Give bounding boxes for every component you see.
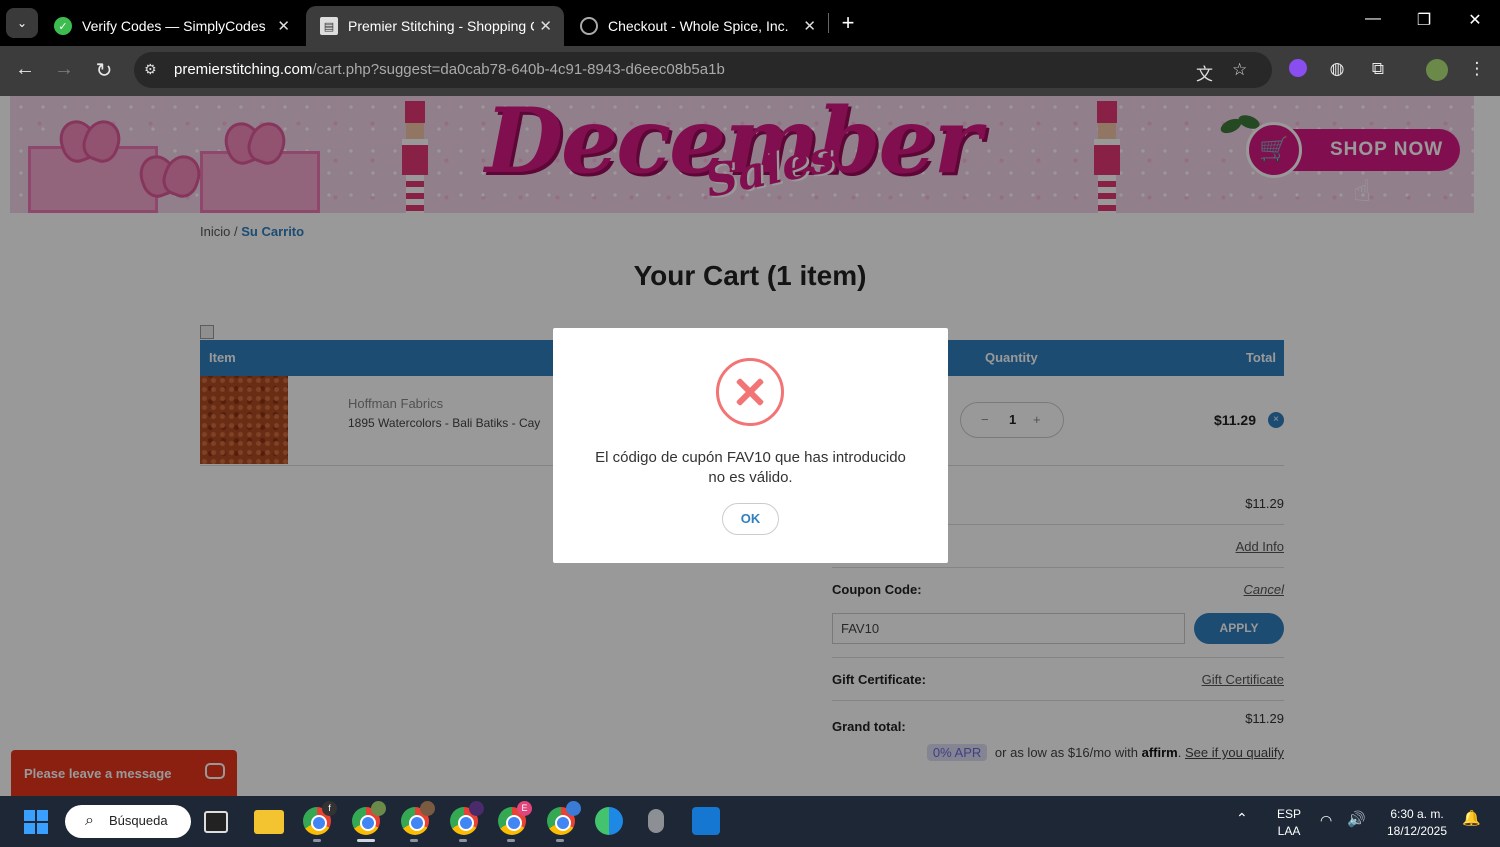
bookmark-star-icon[interactable]: ☆ bbox=[1232, 60, 1247, 80]
mouse-app-icon[interactable] bbox=[648, 809, 664, 833]
tab-separator bbox=[828, 13, 829, 33]
store-icon[interactable] bbox=[692, 807, 720, 835]
restore-icon[interactable]: ❐ bbox=[1414, 10, 1434, 30]
url-path: /cart.php?suggest=da0cab78-640b-4c91-894… bbox=[312, 61, 725, 78]
site-info-icon[interactable]: ⚙ bbox=[144, 61, 157, 78]
plus-icon: + bbox=[841, 10, 855, 35]
back-icon[interactable]: ← bbox=[12, 58, 38, 81]
volume-icon[interactable]: 🔊 bbox=[1347, 811, 1366, 828]
running-app-indicator bbox=[410, 839, 418, 842]
forward-icon[interactable]: → bbox=[51, 58, 77, 81]
tab-title: Verify Codes — SimplyCodes bbox=[82, 18, 266, 34]
running-app-indicator bbox=[459, 839, 467, 842]
clock-time: 6:30 a. m. bbox=[1390, 807, 1444, 821]
web-page: December Sales SHOP NOW 🛒 ☝ Inicio / Su … bbox=[0, 96, 1500, 796]
chrome-profile-icon[interactable]: E bbox=[498, 801, 532, 835]
wifi-icon[interactable]: ◠ bbox=[1320, 812, 1332, 829]
search-icon: ⌕ bbox=[85, 812, 94, 829]
page-icon: ▤ bbox=[320, 17, 338, 35]
error-message: El código de cupón FAV10 que has introdu… bbox=[595, 449, 906, 486]
task-view-icon[interactable] bbox=[204, 811, 228, 833]
taskbar-search[interactable]: ⌕ Búsqueda bbox=[65, 805, 191, 838]
active-app-indicator bbox=[357, 839, 375, 842]
close-tab-icon[interactable]: ✕ bbox=[539, 17, 552, 35]
chrome-profile-icon[interactable] bbox=[450, 801, 484, 835]
close-tab-icon[interactable]: ✕ bbox=[803, 17, 816, 35]
clock[interactable]: 6:30 a. m. 18/12/2025 bbox=[1380, 806, 1454, 840]
browser-tab-bar: ⌄ ✓ Verify Codes — SimplyCodes ✕ ▤ Premi… bbox=[0, 0, 1500, 46]
tab-whole-spice[interactable]: Checkout - Whole Spice, Inc. ✕ bbox=[566, 6, 828, 46]
tab-title: Checkout - Whole Spice, Inc. bbox=[608, 18, 789, 34]
profile-avatar[interactable] bbox=[1426, 59, 1448, 86]
reload-icon[interactable]: ↻ bbox=[91, 58, 117, 83]
menu-kebab-icon[interactable]: ⋮ bbox=[1466, 59, 1488, 79]
globe-icon bbox=[580, 17, 598, 35]
windows-taskbar: ⌕ Búsqueda f E ⌃ ESP LAA ◠ 🔊 6:30 a. m. … bbox=[0, 796, 1500, 847]
chrome-profile-icon[interactable] bbox=[547, 801, 581, 835]
browser-toolbar: ← → ↻ ⚙ premierstitching.com/cart.php?su… bbox=[0, 46, 1500, 96]
running-app-indicator bbox=[556, 839, 564, 842]
error-x-icon bbox=[716, 358, 784, 426]
coupon-error-dialog: El código de cupón FAV10 que has introdu… bbox=[553, 328, 948, 563]
simplycodes-icon: ✓ bbox=[54, 17, 72, 35]
chevron-down-icon: ⌄ bbox=[16, 16, 28, 30]
url-text[interactable]: premierstitching.com/cart.php?suggest=da… bbox=[174, 61, 725, 78]
close-window-icon[interactable]: ✕ bbox=[1465, 10, 1485, 30]
windows-start-icon[interactable] bbox=[24, 810, 48, 834]
chrome-profile-icon[interactable]: f bbox=[303, 801, 337, 835]
extensions-puzzle-icon[interactable]: ⧉ bbox=[1367, 59, 1389, 79]
file-explorer-icon[interactable] bbox=[254, 810, 284, 834]
translate-icon[interactable]: 文 bbox=[1196, 60, 1213, 85]
running-app-indicator bbox=[313, 839, 321, 842]
chrome-profile-icon[interactable] bbox=[401, 801, 435, 835]
extension-purple-icon[interactable] bbox=[1287, 59, 1309, 82]
minimize-icon[interactable]: — bbox=[1363, 10, 1383, 28]
edge-icon[interactable] bbox=[595, 807, 623, 835]
new-tab-button[interactable]: + bbox=[838, 10, 858, 36]
ok-button[interactable]: OK bbox=[722, 503, 779, 535]
clock-date: 18/12/2025 bbox=[1386, 824, 1448, 838]
address-bar[interactable]: ⚙ premierstitching.com/cart.php?suggest=… bbox=[134, 52, 1272, 88]
tab-simplycodes[interactable]: ✓ Verify Codes — SimplyCodes ✕ bbox=[40, 6, 302, 46]
url-host: premierstitching.com bbox=[174, 61, 313, 78]
notification-bell-icon[interactable]: 🔔 bbox=[1462, 810, 1481, 827]
language-code: ESP bbox=[1276, 807, 1301, 821]
keyboard-layout: LAA bbox=[1277, 824, 1301, 838]
ok-label: OK bbox=[740, 511, 761, 526]
show-hidden-icons-chevron[interactable]: ⌃ bbox=[1236, 810, 1248, 827]
globe-extension-icon[interactable]: ◍ bbox=[1326, 59, 1348, 79]
close-tab-icon[interactable]: ✕ bbox=[277, 17, 290, 35]
running-app-indicator bbox=[507, 839, 515, 842]
language-indicator[interactable]: ESP LAA bbox=[1272, 806, 1306, 840]
tab-premier-stitching[interactable]: ▤ Premier Stitching - Shopping Ca ✕ bbox=[306, 6, 564, 46]
chrome-profile-icon[interactable] bbox=[352, 801, 386, 835]
tab-title: Premier Stitching - Shopping Ca bbox=[348, 18, 534, 34]
tab-search-button[interactable]: ⌄ bbox=[6, 8, 38, 38]
search-label: Búsqueda bbox=[109, 813, 168, 828]
